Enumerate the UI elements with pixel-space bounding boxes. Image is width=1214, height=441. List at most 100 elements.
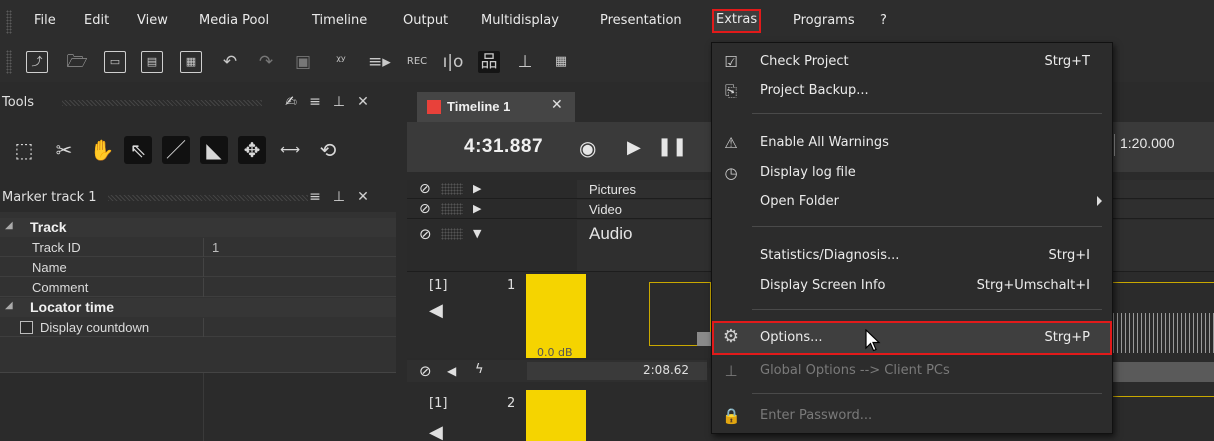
toolbar-grip[interactable] <box>6 50 12 74</box>
timeline-ruler[interactable]: 1:20.000 <box>1108 122 1214 172</box>
pause-icon[interactable]: ❚❚ <box>657 136 687 157</box>
menu-presentation[interactable]: Presentation <box>600 13 682 28</box>
move-tool-icon[interactable]: ✥ <box>238 136 266 164</box>
panel-menu-icon[interactable]: ≡ <box>306 93 324 111</box>
panel-close-icon[interactable]: ✕ <box>354 188 372 206</box>
category-locator-time[interactable]: ◢ Locator time <box>0 298 396 317</box>
menu-file[interactable]: File <box>34 13 56 28</box>
property-value[interactable]: 1 <box>212 240 219 255</box>
menu-item-open-folder[interactable]: Open Folder <box>712 187 1112 217</box>
property-row[interactable]: Display countdown <box>0 318 396 337</box>
export-icon[interactable]: ▣ <box>292 51 314 73</box>
audio-channel-1-controls: ⊘ ◀ ϟ 2:08.62 <box>407 360 707 382</box>
menu-item-display-log-file[interactable]: ◷ Display log file <box>712 158 1112 188</box>
mute-icon[interactable]: ⊘ <box>419 362 432 380</box>
track-drag-icon[interactable] <box>441 203 463 215</box>
property-row[interactable]: Comment <box>0 278 396 297</box>
category-track[interactable]: ◢ Track <box>0 218 396 237</box>
panel-menu-icon[interactable]: ≡ <box>306 188 324 206</box>
track-drag-icon[interactable] <box>441 228 463 240</box>
select-area-icon[interactable]: ⬚ <box>10 136 38 164</box>
hand-icon[interactable]: ✋ <box>88 136 116 164</box>
curve-tool-icon[interactable]: ⟲ <box>314 136 342 164</box>
undo-icon[interactable]: ↶ <box>219 51 241 73</box>
tab-timeline-1[interactable]: Timeline 1 ✕ <box>417 92 575 122</box>
track-controls: ⊘ ▼ <box>407 220 577 271</box>
menu-edit[interactable]: Edit <box>84 13 109 28</box>
speaker-icon[interactable]: ◀ <box>429 422 443 441</box>
save-all-icon[interactable]: ▦ <box>180 51 202 73</box>
eye-icon[interactable]: ◉ <box>579 136 596 160</box>
redo-icon[interactable]: ↷ <box>255 51 277 73</box>
category-label: Track <box>30 219 67 235</box>
tools-panel-title: Tools <box>2 95 35 110</box>
mouse-cursor-icon <box>865 329 881 352</box>
panel-pin-icon[interactable]: ⊥ <box>330 188 348 206</box>
playlist-icon[interactable]: ≡▸ <box>368 51 391 73</box>
speaker-icon[interactable]: ◀ <box>429 300 443 321</box>
check-project-icon: ☑ <box>724 53 738 71</box>
panel-drag-handle[interactable] <box>62 100 262 106</box>
menu-item-options[interactable]: ⚙ Options... Strg+P <box>712 321 1112 355</box>
collapse-icon[interactable]: ◢ <box>5 300 13 311</box>
network-layout-icon[interactable]: 品 <box>478 51 500 73</box>
save-icon[interactable]: ▭ <box>104 51 126 73</box>
panel-drag-handle[interactable] <box>108 195 308 201</box>
mute-icon[interactable]: ⊘ <box>419 201 431 217</box>
menu-extras[interactable]: Extras <box>712 9 762 33</box>
menu-item-shortcut: Strg+I <box>1048 248 1090 263</box>
tools-panel-header: Tools ✍ ≡ ⊥ ✕ <box>0 82 396 122</box>
menu-item-enable-all-warnings[interactable]: ⚠ Enable All Warnings <box>712 128 1112 158</box>
cut-icon[interactable]: ✂ <box>50 136 78 164</box>
property-row[interactable]: Name <box>0 258 396 277</box>
save-as-icon[interactable]: ▤ <box>141 51 163 73</box>
ruler-label: 1:20.000 <box>1120 135 1175 151</box>
network-tree-icon[interactable]: ⊥ <box>514 51 536 73</box>
column-divider <box>203 238 204 257</box>
lightning-icon[interactable]: ϟ <box>475 362 484 377</box>
menu-timeline[interactable]: Timeline <box>312 13 367 28</box>
menu-multidisplay[interactable]: Multidisplay <box>481 13 559 28</box>
fill-tool-icon[interactable]: ◣ <box>200 136 228 164</box>
menu-separator <box>752 113 1102 114</box>
speaker-icon[interactable]: ◀ <box>447 364 456 378</box>
menubar-grip[interactable] <box>6 10 12 34</box>
property-grid-empty-area <box>0 372 396 441</box>
pin-tool-icon[interactable]: ✍ <box>282 93 300 111</box>
open-folder-icon[interactable]: 🗁 <box>66 51 88 73</box>
line-tool-icon[interactable]: ／ <box>162 136 190 164</box>
split-tool-icon[interactable]: ⟷ <box>276 136 304 164</box>
new-project-icon[interactable]: ⤴ <box>26 51 48 73</box>
menu-media-pool[interactable]: Media Pool <box>199 13 269 28</box>
track-drag-icon[interactable] <box>441 183 463 195</box>
xy-icon[interactable]: ᵡʸ <box>330 51 352 73</box>
menu-view[interactable]: View <box>137 13 168 28</box>
collapse-icon[interactable]: ▼ <box>473 227 481 240</box>
mute-icon[interactable]: ⊘ <box>419 225 432 243</box>
menu-output[interactable]: Output <box>403 13 448 28</box>
record-icon[interactable]: REC <box>406 51 428 73</box>
expand-icon[interactable]: ▶ <box>473 182 481 195</box>
calendar-icon[interactable]: ▦ <box>550 51 572 73</box>
mute-icon[interactable]: ⊘ <box>419 181 431 197</box>
menu-item-check-project[interactable]: ☑ Check Project Strg+T <box>712 47 1112 77</box>
audio-waveform[interactable] <box>1113 282 1214 362</box>
menu-item-shortcut: Strg+Umschalt+I <box>976 278 1090 293</box>
property-name: Track ID <box>32 240 81 255</box>
split-icon[interactable]: ı|o <box>442 51 464 73</box>
menu-bar: File Edit View Media Pool Timeline Outpu… <box>0 0 1214 42</box>
menu-programs[interactable]: Programs <box>793 13 855 28</box>
menu-item-project-backup[interactable]: ⎘ Project Backup... <box>712 76 1112 106</box>
play-icon[interactable]: ▶ <box>627 137 641 158</box>
menu-help[interactable]: ? <box>880 13 887 28</box>
panel-pin-icon[interactable]: ⊥ <box>330 93 348 111</box>
menu-item-statistics-diagnosis[interactable]: Statistics/Diagnosis... Strg+I <box>712 241 1112 271</box>
collapse-icon[interactable]: ◢ <box>5 220 13 231</box>
property-row[interactable]: Track ID 1 <box>0 238 396 257</box>
pointer-tool-icon[interactable]: ⇖ <box>124 136 152 164</box>
menu-item-display-screen-info[interactable]: Display Screen Info Strg+Umschalt+I <box>712 271 1112 301</box>
close-icon[interactable]: ✕ <box>551 97 563 113</box>
panel-close-icon[interactable]: ✕ <box>354 93 372 111</box>
display-countdown-checkbox[interactable] <box>20 321 33 334</box>
expand-icon[interactable]: ▶ <box>473 202 481 215</box>
